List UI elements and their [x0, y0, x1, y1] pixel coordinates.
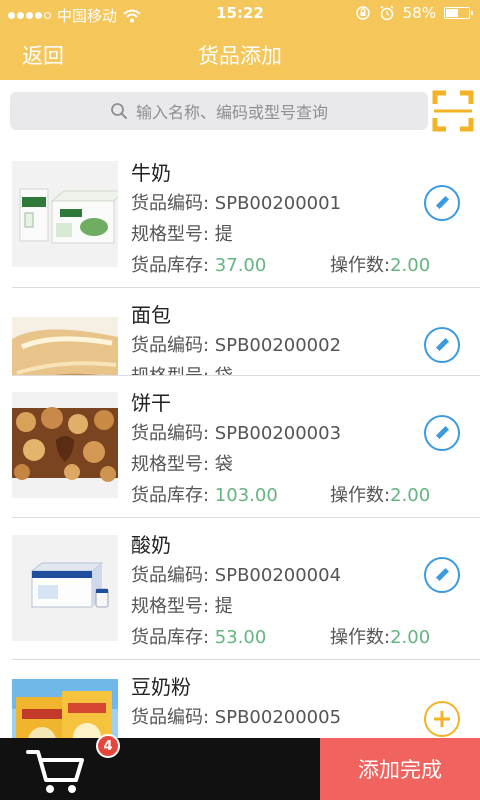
- edit-button[interactable]: [424, 557, 460, 593]
- product-spec: 提: [214, 224, 233, 245]
- list-item-milk[interactable]: 牛奶 货品编码: SPB00200001 规格型号: 提 货品库存: 37.00…: [0, 145, 480, 287]
- edit-button[interactable]: [424, 327, 460, 363]
- list-item-yogurt[interactable]: 酸奶 货品编码: SPB00200004 规格型号: 提 货品库存: 53.00…: [0, 517, 480, 659]
- list-item-bread[interactable]: 面包 货品编码: SPB00200002 规格型号: 袋: [0, 287, 480, 375]
- edit-button[interactable]: [424, 415, 460, 451]
- battery-icon: [444, 7, 473, 19]
- search-input[interactable]: 输入名称、编码或型号查询: [10, 92, 428, 130]
- code-label: 货品编码:: [131, 193, 215, 214]
- product-name: 饼干: [131, 391, 171, 415]
- product-spec: 袋: [215, 366, 233, 375]
- scan-button[interactable]: [432, 90, 474, 132]
- product-ops: 2.00: [390, 627, 431, 648]
- product-ops: 2.00: [390, 255, 431, 276]
- page-title: 货品添加: [198, 44, 282, 68]
- plus-icon: [434, 711, 450, 727]
- product-code: SPB00200003: [214, 423, 342, 444]
- stock-label: 货品库存:: [131, 255, 215, 276]
- divider: [12, 517, 480, 518]
- pencil-icon: [435, 338, 449, 352]
- milk-box-image: [12, 161, 118, 267]
- cart-button[interactable]: 4: [24, 734, 120, 796]
- spec-label: 规格型号:: [131, 454, 215, 475]
- spec-label: 规格型号:: [131, 224, 215, 245]
- product-spec: 袋: [214, 454, 233, 475]
- product-code-row: 货品编码: SPB00200003: [131, 419, 341, 445]
- product-name: 豆奶粉: [131, 675, 191, 699]
- product-spec-row: 规格型号: 提: [131, 220, 233, 246]
- product-spec-row: 规格型号: 提: [131, 592, 233, 618]
- product-code: SPB00200001: [214, 193, 342, 214]
- bread-image: [12, 317, 118, 375]
- product-code-row: 货品编码: SPB00200005: [131, 703, 341, 729]
- product-ops-row: 操作数:2.00: [330, 623, 430, 649]
- status-bar: 中国移动 15:22 58%: [0, 0, 480, 28]
- soy-milk-powder-image: [12, 679, 118, 738]
- code-label: 货品编码:: [131, 423, 215, 444]
- pencil-icon: [435, 426, 449, 440]
- status-right: 58%: [355, 4, 473, 22]
- ops-label: 操作数:: [330, 485, 391, 506]
- product-spec-row: 规格型号: 袋: [131, 362, 233, 375]
- add-complete-button[interactable]: 添加完成: [320, 738, 480, 800]
- spec-label: 规格型号:: [131, 596, 215, 617]
- add-button[interactable]: [424, 701, 460, 737]
- biscuits-image: [12, 392, 118, 498]
- ops-label: 操作数:: [330, 255, 391, 276]
- code-label: 货品编码:: [131, 565, 215, 586]
- product-spec: 提: [214, 596, 233, 617]
- product-stock-row: 货品库存: 103.00: [131, 481, 278, 507]
- pencil-icon: [435, 568, 449, 582]
- bottom-bar: 4 添加完成: [0, 734, 480, 800]
- qr-scan-icon: [432, 90, 474, 132]
- product-name: 牛奶: [131, 161, 171, 185]
- edit-button[interactable]: [424, 185, 460, 221]
- product-stock-row: 货品库存: 53.00: [131, 623, 266, 649]
- nav-bar: 返回 货品添加: [0, 28, 480, 80]
- code-label: 货品编码:: [131, 335, 215, 356]
- stock-label: 货品库存:: [131, 627, 215, 648]
- cart-count-badge: 4: [96, 734, 120, 758]
- product-name: 酸奶: [131, 533, 171, 557]
- product-code: SPB00200004: [214, 565, 342, 586]
- product-ops: 2.00: [390, 485, 431, 506]
- product-code-row: 货品编码: SPB00200002: [131, 331, 341, 357]
- battery-percent: 58%: [402, 4, 436, 22]
- product-spec-row: 规格型号: 袋: [131, 450, 233, 476]
- product-ops-row: 操作数:2.00: [330, 251, 430, 277]
- shopping-cart-icon: [26, 750, 84, 793]
- search-placeholder: 输入名称、编码或型号查询: [135, 103, 328, 122]
- product-stock: 37.00: [214, 255, 267, 276]
- list-item-soy-milk-powder[interactable]: 豆奶粉 货品编码: SPB00200005: [0, 659, 480, 738]
- yogurt-box-image: [12, 535, 118, 641]
- product-code: SPB00200005: [214, 707, 342, 728]
- product-name: 面包: [131, 303, 171, 327]
- alarm-icon: [380, 5, 394, 21]
- ops-label: 操作数:: [330, 627, 391, 648]
- rotation-lock-icon: [355, 6, 370, 20]
- search-icon: [111, 103, 127, 119]
- product-code-row: 货品编码: SPB00200001: [131, 189, 341, 215]
- divider: [12, 375, 480, 376]
- product-stock-row: 货品库存: 37.00: [131, 251, 266, 277]
- code-label: 货品编码:: [131, 707, 215, 728]
- list-item-biscuits[interactable]: 饼干 货品编码: SPB00200003 规格型号: 袋 货品库存: 103.0…: [0, 375, 480, 517]
- spec-label: 规格型号:: [131, 366, 215, 375]
- product-stock: 53.00: [214, 627, 267, 648]
- product-ops-row: 操作数:2.00: [330, 481, 430, 507]
- divider: [12, 287, 480, 288]
- stock-label: 货品库存:: [131, 485, 215, 506]
- pencil-icon: [435, 196, 449, 210]
- product-code-row: 货品编码: SPB00200004: [131, 561, 341, 587]
- product-code: SPB00200002: [214, 335, 342, 356]
- product-stock: 103.00: [214, 485, 278, 506]
- divider: [12, 659, 480, 660]
